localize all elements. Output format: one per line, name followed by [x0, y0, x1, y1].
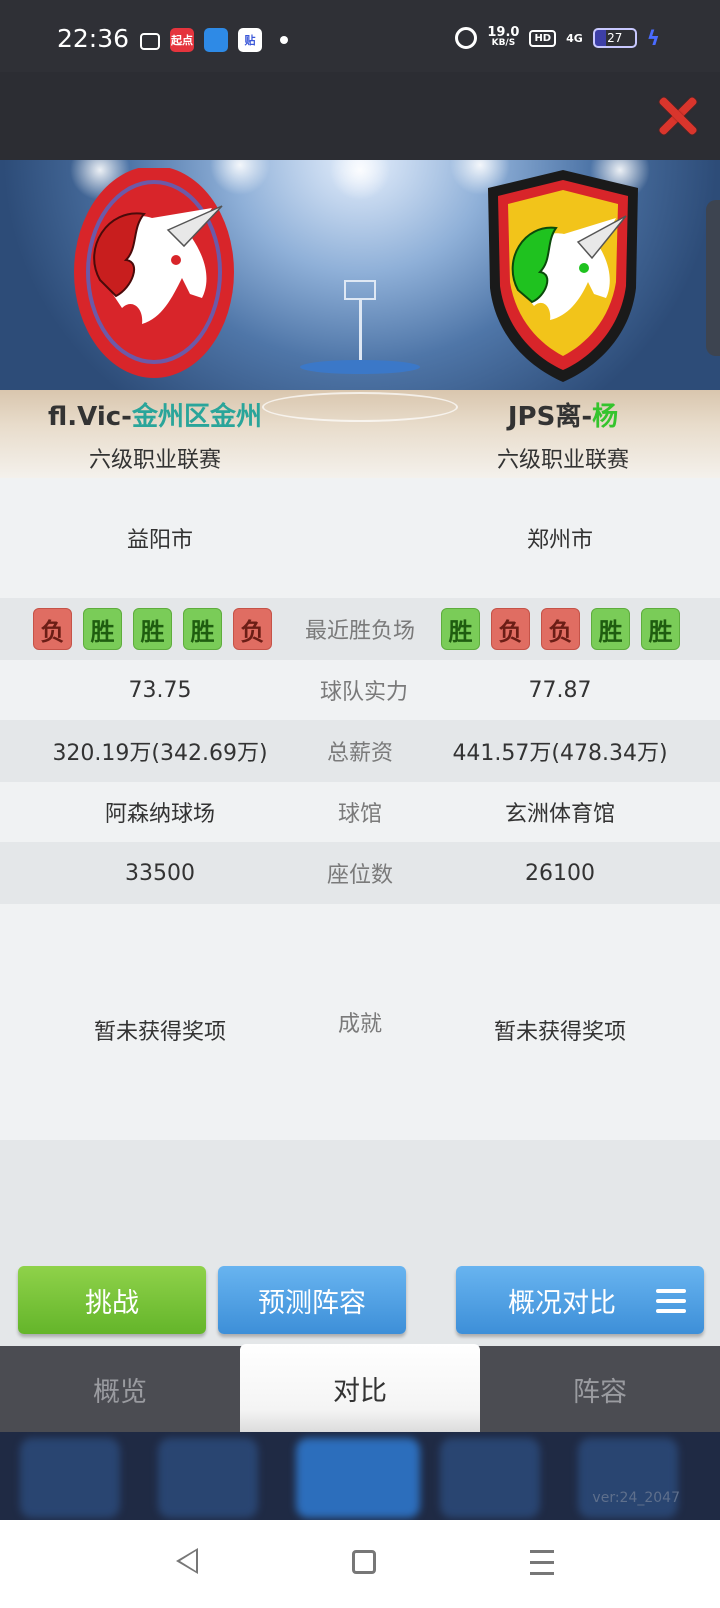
team-right-name: JPS离-杨: [507, 402, 619, 432]
salary-label: 总薪资: [326, 741, 393, 766]
team-right-logo[interactable]: [480, 168, 646, 386]
team-left-city: 益阳市: [126, 528, 193, 553]
team-left-seats: 33500: [125, 860, 195, 886]
recents-icon[interactable]: [530, 1550, 554, 1583]
team-right-city: 郑州市: [526, 528, 593, 553]
seats-row: 33500 座位数 26100: [0, 842, 720, 904]
tab-lineup[interactable]: 阵容: [480, 1346, 720, 1432]
result-badge: 胜: [641, 608, 680, 650]
predict-lineup-button[interactable]: 预测阵容: [218, 1266, 406, 1334]
system-icons: 19.0 KB/S HD 4G 27 ϟ: [455, 26, 660, 50]
strength-row: 73.75 球队实力 77.87: [0, 660, 720, 720]
team-right-league: 六级职业联赛: [496, 448, 629, 473]
team-left-strength: 73.75: [128, 677, 192, 703]
dialog-header: [0, 72, 720, 160]
salary-row: 320.19万(342.69万) 总薪资 441.57万(478.34万): [0, 720, 720, 782]
tieba-icon: 贴: [238, 28, 262, 52]
notification-icons: 起点 贴: [140, 28, 288, 52]
home-icon[interactable]: [352, 1550, 376, 1574]
comparison-panel: 益阳市 郑州市 负 胜 胜 胜 负 最近胜负场 胜 负 负 胜 胜 73.75 …: [0, 478, 720, 1346]
blurred-menu-item[interactable]: [158, 1438, 258, 1518]
team-left-league: 六级职业联赛: [88, 448, 221, 473]
system-nav-bar: [0, 1520, 720, 1608]
status-time: 22:36: [57, 24, 130, 53]
signal-icon: 4G: [566, 31, 583, 45]
tab-overview[interactable]: 概览: [0, 1346, 240, 1432]
team-right-arena: 玄洲体育馆: [504, 802, 615, 827]
tab-compare[interactable]: 对比: [240, 1344, 480, 1432]
result-badge: 胜: [83, 608, 122, 650]
team-left-achievement: 暂未获得奖项: [93, 1020, 226, 1045]
status-bar: 22:36 起点 贴 19.0 KB/S HD 4G 27 ϟ: [0, 0, 720, 72]
team-left-name: fl.Vic-金州区金州: [48, 402, 262, 432]
battery-icon: 27: [592, 28, 637, 48]
version-label: ver:24_2047: [592, 1490, 680, 1506]
blurred-menu-item[interactable]: [296, 1438, 420, 1518]
bottom-game-menu: ver:24_2047: [0, 1432, 720, 1520]
charging-icon: ϟ: [646, 26, 660, 50]
result-badge: 负: [491, 608, 530, 650]
team-right-strength: 77.87: [528, 677, 592, 703]
seats-label: 座位数: [326, 863, 393, 888]
network-speed: 19.0 KB/S: [487, 25, 520, 48]
result-badge: 负: [541, 608, 580, 650]
strength-label: 球队实力: [320, 680, 409, 705]
center-court: [300, 360, 420, 374]
basketball-hoop-icon: [344, 280, 376, 300]
hoop-pole: [359, 300, 362, 360]
blurred-menu-item[interactable]: [578, 1438, 678, 1518]
result-badge: 负: [233, 608, 272, 650]
side-drawer-handle[interactable]: [706, 200, 720, 356]
challenge-button[interactable]: 挑战: [18, 1266, 206, 1334]
arena-row: 阿森纳球场 球馆 玄洲体育馆: [0, 782, 720, 842]
hd-icon: HD: [529, 29, 557, 47]
city-row: 益阳市 郑州市: [0, 478, 720, 598]
team-right-salary: 441.57万(478.34万): [452, 741, 668, 766]
result-badge: 负: [33, 608, 72, 650]
dot-icon: [280, 36, 288, 44]
result-badge: 胜: [591, 608, 630, 650]
achievement-row: 暂未获得奖项 成就 暂未获得奖项: [0, 904, 720, 1140]
team-right-recent-badges: 胜 负 负 胜 胜: [441, 608, 680, 650]
menu-icon[interactable]: [656, 1289, 686, 1313]
blue-app-icon: [204, 28, 228, 52]
back-icon[interactable]: [176, 1548, 198, 1574]
result-badge: 胜: [133, 608, 172, 650]
result-badge: 胜: [441, 608, 480, 650]
close-button[interactable]: [656, 94, 698, 136]
tab-bar: 概览 对比 阵容: [0, 1344, 720, 1432]
recent-label: 最近胜负场: [304, 619, 415, 644]
qidian-app-icon: 起点: [170, 28, 194, 52]
blurred-menu-item[interactable]: [20, 1438, 120, 1518]
team-left-recent-badges: 负 胜 胜 胜 负: [33, 608, 272, 650]
team-left-logo[interactable]: [72, 168, 236, 386]
team-left-arena: 阿森纳球场: [104, 802, 215, 827]
achievement-label: 成就: [337, 1012, 382, 1037]
overview-compare-button[interactable]: 概况对比: [456, 1266, 704, 1334]
recent-results-row: 负 胜 胜 胜 负 最近胜负场 胜 负 负 胜 胜: [0, 598, 720, 660]
overview-compare-label: 概况对比: [508, 1287, 616, 1319]
alarm-icon: [455, 27, 478, 49]
bilibili-icon: [140, 32, 160, 50]
blurred-menu-item[interactable]: [440, 1438, 540, 1518]
team-left-salary: 320.19万(342.69万): [52, 741, 268, 766]
team-right-seats: 26100: [525, 860, 595, 886]
result-badge: 胜: [183, 608, 222, 650]
arena-label: 球馆: [337, 802, 382, 827]
team-right-achievement: 暂未获得奖项: [493, 1020, 626, 1045]
